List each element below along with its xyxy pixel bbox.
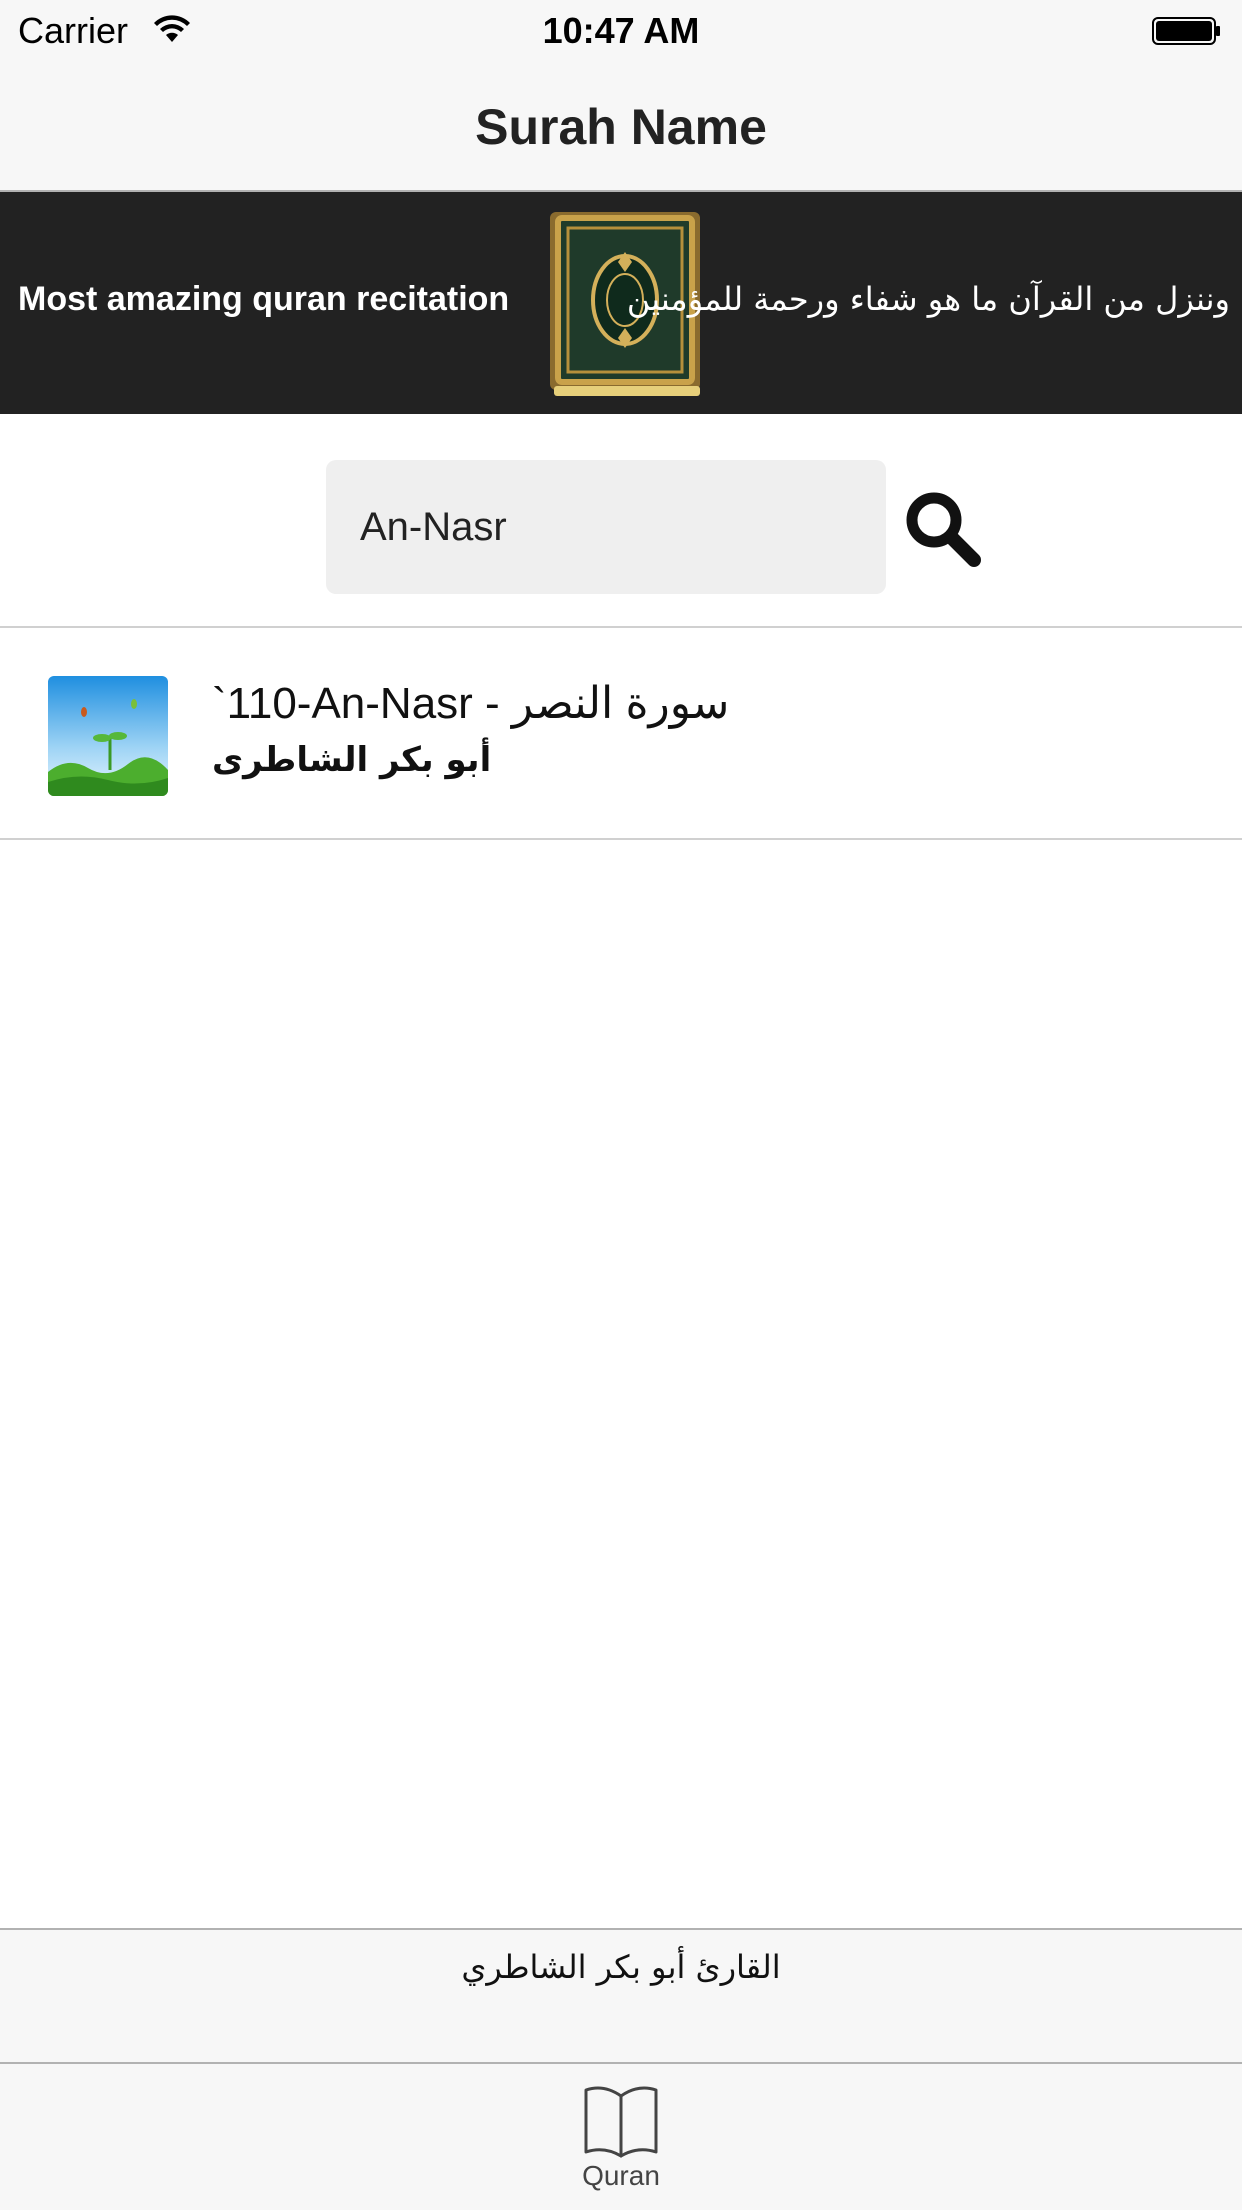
banner-english-text: Most amazing quran recitation <box>18 280 510 318</box>
surah-list: `110-An-Nasr - سورة النصر أبو بكر الشاطر… <box>0 628 1242 840</box>
header-banner: Most amazing quran recitation وننزل من ا… <box>0 192 1242 414</box>
search-icon[interactable] <box>900 486 984 570</box>
tab-label: Quran <box>582 2160 660 2191</box>
tab-bar: Quran <box>0 2062 1242 2210</box>
banner-arabic-text: وننزل من القرآن ما هو شفاء ورحمة للمؤمني… <box>626 280 1230 318</box>
tab-quran[interactable]: Quran <box>541 2072 701 2208</box>
surah-title: `110-An-Nasr - سورة النصر <box>212 679 730 728</box>
footer-bar: القارئ أبو بكر الشاطري <box>0 1928 1242 2064</box>
search-area <box>0 414 1242 628</box>
search-input[interactable] <box>326 460 886 594</box>
battery-icon <box>1152 17 1220 45</box>
open-book-icon <box>584 2086 658 2158</box>
sky-grass-thumbnail <box>48 676 168 796</box>
status-bar: Carrier 10:47 AM <box>0 0 1242 62</box>
list-item[interactable]: `110-An-Nasr - سورة النصر أبو بكر الشاطر… <box>0 628 1242 840</box>
status-time: 10:47 AM <box>542 10 700 51</box>
page-title: Surah Name <box>475 99 767 155</box>
navigation-bar: Surah Name <box>0 62 1242 192</box>
reciter-name: أبو بكر الشاطرى <box>212 740 492 780</box>
reciter-footer-text: القارئ أبو بكر الشاطري <box>461 1948 781 1986</box>
